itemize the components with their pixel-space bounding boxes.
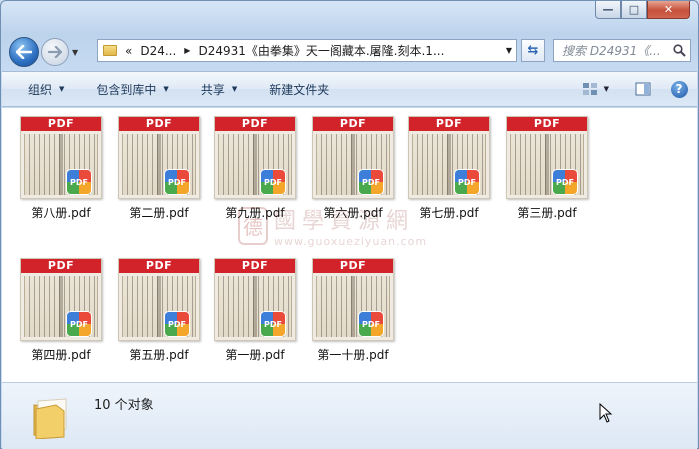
share-label: 共享 bbox=[200, 82, 225, 97]
pdf-banner: PDF bbox=[313, 117, 393, 131]
help-icon: ? bbox=[670, 80, 688, 98]
caption-buttons: — □ ✕ bbox=[595, 1, 690, 19]
pdf-banner: PDF bbox=[409, 117, 489, 131]
breadcrumb-overflow[interactable]: « bbox=[121, 44, 136, 58]
command-bar: 组织 ▼ 包含到库中 ▼ 共享 ▼ 新建文件夹 ▼ ? bbox=[2, 71, 697, 107]
file-item[interactable]: PDF PDF 第一册.pdf bbox=[198, 250, 296, 362]
file-item[interactable]: PDF PDF 第二册.pdf bbox=[102, 108, 200, 220]
share-menu[interactable]: 共享 ▼ bbox=[183, 81, 251, 98]
preview-pane-icon bbox=[635, 82, 651, 96]
close-button[interactable]: ✕ bbox=[647, 1, 690, 19]
file-item[interactable]: PDF PDF 第六册.pdf bbox=[296, 108, 394, 220]
search-icon[interactable] bbox=[673, 44, 686, 57]
include-library-menu[interactable]: 包含到库中 ▼ bbox=[78, 81, 182, 98]
file-name: 第三册.pdf bbox=[517, 206, 577, 220]
file-name: 第一十册.pdf bbox=[317, 348, 389, 362]
file-name: 第一册.pdf bbox=[225, 348, 285, 362]
pdf-app-icon: PDF bbox=[553, 170, 577, 194]
refresh-button[interactable]: ⇆ bbox=[521, 39, 545, 62]
view-options-dropdown-icon[interactable]: ▼ bbox=[604, 85, 609, 93]
pdf-banner: PDF bbox=[21, 117, 101, 131]
back-arrow-icon bbox=[16, 45, 32, 59]
forward-arrow-icon bbox=[48, 46, 62, 58]
breadcrumb-separator-icon[interactable]: ▶ bbox=[180, 46, 194, 55]
pdf-banner: PDF bbox=[507, 117, 587, 131]
file-item[interactable]: PDF PDF 第四册.pdf bbox=[4, 250, 102, 362]
help-button[interactable]: ? bbox=[669, 80, 689, 98]
file-name: 第八册.pdf bbox=[31, 206, 91, 220]
view-controls: ▼ ? bbox=[568, 80, 689, 98]
item-count: 10 个对象 bbox=[94, 398, 154, 413]
file-name: 第四册.pdf bbox=[31, 348, 91, 362]
recent-pages-dropdown[interactable]: ▼ bbox=[72, 48, 78, 57]
new-folder-button[interactable]: 新建文件夹 bbox=[251, 81, 343, 98]
chevron-down-icon: ▼ bbox=[59, 85, 65, 93]
folder-icon bbox=[33, 398, 67, 439]
pdf-banner: PDF bbox=[215, 117, 295, 131]
pdf-banner: PDF bbox=[21, 259, 101, 273]
details-pane: 10 个对象 bbox=[2, 382, 697, 449]
search-placeholder: 搜索 D24931《... bbox=[562, 44, 661, 58]
file-item[interactable]: PDF PDF 第一十册.pdf bbox=[296, 250, 394, 362]
file-item[interactable]: PDF PDF 第三册.pdf bbox=[490, 108, 588, 220]
file-item[interactable]: PDF PDF 第八册.pdf bbox=[4, 108, 102, 220]
folder-icon bbox=[103, 45, 117, 56]
file-item[interactable]: PDF PDF 第七册.pdf bbox=[392, 108, 490, 220]
nav-buttons: ▼ bbox=[9, 37, 78, 67]
maximize-button[interactable]: □ bbox=[621, 1, 647, 19]
pdf-app-icon: PDF bbox=[67, 312, 91, 336]
back-button[interactable] bbox=[9, 37, 39, 67]
file-name: 第七册.pdf bbox=[419, 206, 479, 220]
breadcrumb-current[interactable]: D24931《由拳集》天一阁藏本.屠隆.刻本.1... bbox=[194, 42, 448, 59]
pdf-app-icon: PDF bbox=[359, 170, 383, 194]
pdf-app-icon: PDF bbox=[261, 170, 285, 194]
pdf-banner: PDF bbox=[119, 117, 199, 131]
address-bar[interactable]: « D24... ▶ D24931《由拳集》天一阁藏本.屠隆.刻本.1... ▼ bbox=[97, 39, 517, 62]
views-icon bbox=[582, 83, 597, 95]
explorer-window: — □ ✕ ▼ « D24... ▶ D24931《由拳集》天一阁藏本.屠隆.刻… bbox=[0, 0, 699, 449]
breadcrumb-parent[interactable]: D24... bbox=[136, 44, 180, 58]
pdf-app-icon: PDF bbox=[165, 312, 189, 336]
pdf-banner: PDF bbox=[215, 259, 295, 273]
organize-label: 组织 bbox=[28, 82, 53, 97]
chevron-down-icon: ▼ bbox=[231, 85, 238, 93]
minimize-button[interactable]: — bbox=[595, 1, 621, 19]
chevron-down-icon: ▼ bbox=[163, 85, 169, 93]
change-view-button[interactable] bbox=[580, 80, 600, 98]
refresh-icon: ⇆ bbox=[527, 43, 539, 58]
pdf-banner: PDF bbox=[313, 259, 393, 273]
pdf-app-icon: PDF bbox=[455, 170, 479, 194]
file-item[interactable]: PDF PDF 第五册.pdf bbox=[102, 250, 200, 362]
mouse-cursor-icon bbox=[599, 403, 613, 423]
organize-menu[interactable]: 组织 ▼ bbox=[2, 81, 78, 98]
pdf-app-icon: PDF bbox=[67, 170, 91, 194]
pdf-app-icon: PDF bbox=[165, 170, 189, 194]
include-library-label: 包含到库中 bbox=[96, 82, 157, 97]
preview-pane-button[interactable] bbox=[633, 80, 653, 98]
file-item[interactable]: PDF PDF 第九册.pdf bbox=[198, 108, 296, 220]
pdf-app-icon: PDF bbox=[261, 312, 285, 336]
pdf-app-icon: PDF bbox=[359, 312, 383, 336]
file-name: 第九册.pdf bbox=[225, 206, 285, 220]
address-dropdown-icon[interactable]: ▼ bbox=[506, 46, 512, 55]
watermark-url: www.guoxueziyuan.com bbox=[274, 235, 428, 248]
file-list: 德 國學資源網 www.guoxueziyuan.com PDF PDF 第八册… bbox=[2, 108, 697, 382]
search-box[interactable]: 搜索 D24931《... bbox=[553, 39, 691, 62]
new-folder-label: 新建文件夹 bbox=[269, 82, 330, 97]
forward-button[interactable] bbox=[41, 38, 69, 66]
pdf-banner: PDF bbox=[119, 259, 199, 273]
